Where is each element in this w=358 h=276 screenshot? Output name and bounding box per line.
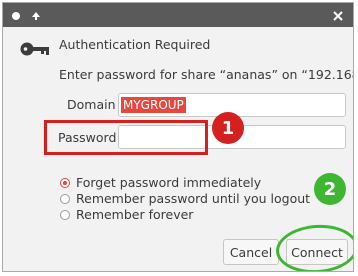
option-remember-until-logout[interactable]: Remember password until you logout bbox=[60, 191, 310, 206]
domain-value: MYGROUP bbox=[121, 97, 186, 113]
radio-button[interactable] bbox=[60, 193, 70, 204]
step-1-badge: 1 bbox=[212, 112, 244, 144]
radio-button[interactable] bbox=[60, 209, 70, 220]
radio-button-checked[interactable] bbox=[60, 177, 70, 188]
key-icon bbox=[20, 41, 50, 61]
title-bar bbox=[3, 3, 353, 27]
option-label: Remember forever bbox=[76, 207, 194, 222]
cancel-button[interactable]: Cancel bbox=[223, 239, 279, 265]
password-label: Password bbox=[58, 130, 117, 145]
dialog-message: Enter password for share “ananas” on “19… bbox=[59, 67, 354, 82]
option-remember-forever[interactable]: Remember forever bbox=[60, 207, 193, 222]
option-forget-immediately[interactable]: Forget password immediately bbox=[60, 175, 261, 190]
option-label: Forget password immediately bbox=[76, 175, 262, 190]
domain-label: Domain bbox=[67, 97, 116, 112]
auth-dialog: Authentication Required Enter password f… bbox=[2, 2, 354, 272]
dialog-title: Authentication Required bbox=[59, 37, 211, 52]
close-icon[interactable] bbox=[333, 6, 343, 25]
option-label: Remember password until you logout bbox=[76, 191, 311, 206]
connect-button[interactable]: Connect bbox=[286, 239, 348, 265]
window-menu-icon[interactable] bbox=[11, 6, 21, 25]
pin-icon[interactable] bbox=[31, 6, 41, 25]
step-2-badge: 2 bbox=[314, 173, 346, 205]
